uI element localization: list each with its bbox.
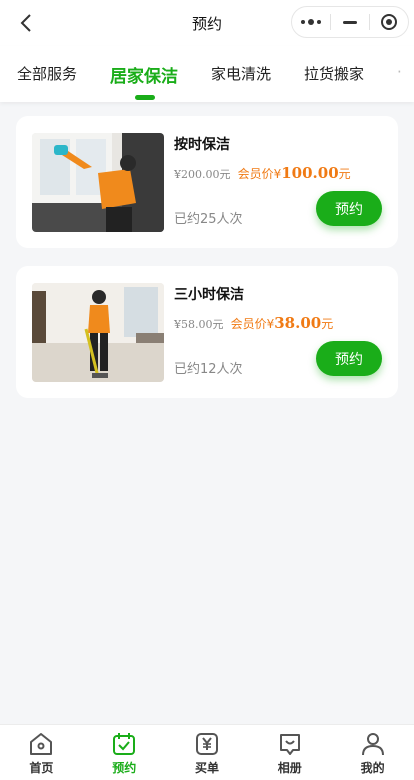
member-price-label: 会员价¥ xyxy=(230,317,275,331)
member-price-label: 会员价¥ xyxy=(237,167,282,181)
tabbar-item-pay[interactable]: 买单 xyxy=(166,725,249,780)
service-title: 按时保洁 xyxy=(174,137,230,153)
tabbar-label: 买单 xyxy=(194,761,219,775)
tabbar-label: 我的 xyxy=(360,761,385,775)
tab-moving[interactable]: 拉货搬家 xyxy=(304,63,364,84)
booked-count: 已约12人次 xyxy=(174,362,243,377)
calendar-check-icon xyxy=(113,733,136,755)
active-tab-indicator xyxy=(135,95,155,100)
member-price-value: 38.00 xyxy=(274,314,322,332)
service-card[interactable]: 三小时保洁 ¥58.00元 会员价¥38.00元 已约12人次 预约 xyxy=(16,266,398,398)
member-price: 38.00元 xyxy=(274,314,333,332)
member-price: 100.00元 xyxy=(281,164,350,182)
member-price-value: 100.00 xyxy=(281,164,339,182)
minimize-icon xyxy=(343,20,357,24)
service-title: 三小时保洁 xyxy=(174,287,244,303)
tab-overflow-hint: · xyxy=(397,63,402,81)
category-tabs: 全部服务 居家保洁 家电清洗 拉货搬家 · xyxy=(0,46,414,102)
user-icon xyxy=(361,733,384,756)
close-button[interactable] xyxy=(370,7,408,37)
service-image xyxy=(32,283,164,382)
bottom-tab-bar: 首页 预约 买单 相册 我的 xyxy=(0,724,414,780)
original-price: ¥58.00元 xyxy=(174,318,224,331)
tab-home-cleaning[interactable]: 居家保洁 xyxy=(110,62,178,87)
home-icon xyxy=(30,733,53,755)
minimize-button[interactable] xyxy=(331,7,369,37)
tabbar-item-mine[interactable]: 我的 xyxy=(331,725,414,780)
tab-all-services[interactable]: 全部服务 xyxy=(17,63,77,84)
tabbar-item-album[interactable]: 相册 xyxy=(248,725,331,780)
target-icon xyxy=(381,14,397,30)
mini-program-capsule xyxy=(291,6,409,38)
booked-count: 已约25人次 xyxy=(174,212,243,227)
tabbar-item-booking[interactable]: 预约 xyxy=(83,725,166,780)
tabbar-label: 预约 xyxy=(112,761,137,775)
tabbar-label: 相册 xyxy=(277,761,302,775)
price-row: ¥200.00元 会员价¥100.00元 xyxy=(174,163,351,182)
tab-appliance-cleaning[interactable]: 家电清洗 xyxy=(211,63,271,84)
more-button[interactable] xyxy=(292,7,330,37)
more-dots-icon xyxy=(301,19,321,25)
tabbar-item-home[interactable]: 首页 xyxy=(0,725,83,780)
member-price-unit: 元 xyxy=(338,167,351,181)
book-button[interactable]: 预约 xyxy=(316,341,382,376)
service-image xyxy=(32,133,164,232)
tabbar-label: 首页 xyxy=(29,761,54,775)
yen-icon xyxy=(195,733,218,755)
navigation-bar: 预约 xyxy=(0,0,414,46)
service-card[interactable]: 按时保洁 ¥200.00元 会员价¥100.00元 已约25人次 预约 xyxy=(16,116,398,248)
book-button[interactable]: 预约 xyxy=(316,191,382,226)
member-price-unit: 元 xyxy=(321,317,334,331)
album-icon xyxy=(279,734,300,755)
original-price: ¥200.00元 xyxy=(174,168,231,181)
price-row: ¥58.00元 会员价¥38.00元 xyxy=(174,313,333,332)
